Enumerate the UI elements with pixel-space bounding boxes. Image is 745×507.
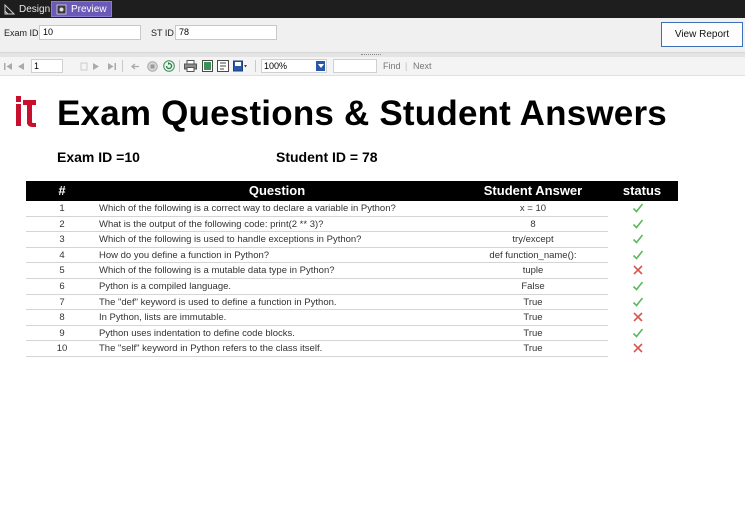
row-number: 6 (59, 280, 65, 292)
export-icon[interactable] (233, 59, 247, 73)
previous-page-icon[interactable] (14, 59, 28, 73)
student-answer: 8 (530, 218, 536, 230)
page-number-input[interactable]: 1 (31, 59, 63, 73)
check-icon (632, 233, 652, 246)
st-id-input[interactable]: 78 (175, 25, 277, 40)
cross-icon (632, 264, 652, 277)
question-text: Which of the following is used to handle… (99, 234, 362, 246)
find-link[interactable]: Find (383, 61, 401, 71)
table-row: 1 Which of the following is a correct way… (26, 201, 644, 217)
question-text: How do you define a function in Python? (99, 249, 270, 261)
design-tab[interactable]: Design (0, 1, 54, 17)
question-text: Python is a compiled language. (99, 280, 232, 292)
student-answer: True (523, 327, 543, 339)
design-tab-label: Design (19, 3, 51, 15)
back-icon[interactable] (128, 59, 142, 73)
header-status: status (622, 183, 662, 198)
find-input[interactable] (333, 59, 377, 73)
splitter-grip[interactable] (361, 54, 381, 56)
question-text: What is the output of the following code… (99, 218, 324, 230)
cross-icon (632, 311, 652, 324)
toolbar-separator (179, 60, 180, 72)
top-toolbar: Design Preview (0, 0, 745, 18)
exam-id-label: Exam ID (4, 28, 39, 38)
stop-icon[interactable] (145, 59, 159, 73)
preview-tab-label: Preview (71, 3, 107, 15)
preview-tab[interactable]: Preview (51, 1, 112, 17)
table-header: # Question Student Answer status (26, 181, 678, 201)
question-text: Which of the following is a mutable data… (99, 265, 335, 277)
table-row: 6 Python is a compiled language. False (26, 279, 644, 295)
row-number: 9 (59, 327, 65, 339)
first-page-icon[interactable] (1, 59, 15, 73)
view-report-button[interactable]: View Report (661, 22, 743, 47)
student-answer: True (523, 343, 543, 355)
student-answer: True (523, 312, 543, 324)
table-body: 1 Which of the following is a correct way… (26, 201, 678, 357)
design-icon (4, 3, 15, 14)
row-number: 3 (59, 234, 65, 246)
question-text: The "def" keyword is used to define a fu… (99, 296, 337, 308)
zoom-select[interactable]: 100% (261, 59, 327, 73)
table-row: 7 The "def" keyword is used to define a f… (26, 295, 644, 311)
row-number: 2 (59, 218, 65, 230)
table-row: 9 Python uses indentation to define code … (26, 326, 644, 342)
check-icon (632, 202, 652, 215)
toolbar-separator (122, 60, 123, 72)
st-id-label: ST ID (151, 28, 174, 38)
header-student-answer: Student Answer (483, 183, 583, 198)
print-layout-icon[interactable] (200, 59, 214, 73)
table-row: 2 What is the output of the following cod… (26, 217, 644, 233)
table-row: 3 Which of the following is used to handl… (26, 232, 644, 248)
check-icon (632, 249, 652, 262)
toolbar-separator (255, 60, 256, 72)
row-number: 1 (59, 203, 65, 214)
check-icon (632, 327, 652, 340)
table-row: 4 How do you define a function in Python?… (26, 248, 644, 264)
check-icon (632, 280, 652, 293)
student-answer: x = 10 (519, 203, 547, 214)
row-number: 10 (56, 343, 68, 355)
preview-icon (56, 4, 67, 14)
print-icon[interactable] (183, 59, 197, 73)
find-separator: | (405, 61, 408, 71)
question-text: The "self" keyword in Python refers to t… (99, 343, 323, 355)
table-row: 10 The "self" keyword in Python refers to… (26, 341, 643, 357)
next-link[interactable]: Next (413, 61, 432, 71)
refresh-icon[interactable] (162, 59, 176, 73)
parameter-bar: Exam ID 10 ST ID 78 View Report (0, 18, 745, 53)
student-answer: tuple (522, 265, 544, 277)
chevron-down-icon[interactable] (316, 61, 325, 71)
exam-id-info: Exam ID =10 (57, 149, 140, 165)
question-text: In Python, lists are immutable. (99, 312, 227, 324)
row-number: 5 (59, 265, 65, 277)
question-text: Python uses indentation to define code b… (99, 327, 295, 339)
row-number: 8 (59, 312, 65, 324)
student-id-info: Student ID = 78 (276, 149, 378, 165)
table-row: 8 In Python, lists are immutable. True (26, 310, 643, 326)
student-answer: def function_name(): (489, 249, 577, 261)
cross-icon (632, 342, 652, 355)
row-number: 7 (59, 296, 65, 308)
table-row: 5 Which of the following is a mutable dat… (26, 263, 643, 279)
next-page-icon[interactable] (89, 59, 103, 73)
student-answer: False (521, 280, 545, 292)
zoom-value: 100% (264, 61, 288, 71)
header-number: # (58, 183, 66, 198)
last-page-icon[interactable] (104, 59, 118, 73)
row-number: 4 (59, 249, 65, 261)
student-answer: try/except (512, 234, 554, 246)
student-answer: True (523, 296, 543, 308)
page-setup-icon[interactable] (216, 59, 230, 73)
exam-id-input[interactable]: 10 (39, 25, 141, 40)
report-toolbar: 1 100% Find | Next (0, 57, 745, 76)
report-title: Exam Questions & Student Answers (57, 94, 667, 133)
question-text: Which of the following is a correct way … (99, 203, 396, 214)
check-icon (632, 218, 652, 231)
check-icon (632, 296, 652, 309)
iti-logo-icon (16, 96, 36, 127)
header-question: Question (248, 183, 306, 198)
